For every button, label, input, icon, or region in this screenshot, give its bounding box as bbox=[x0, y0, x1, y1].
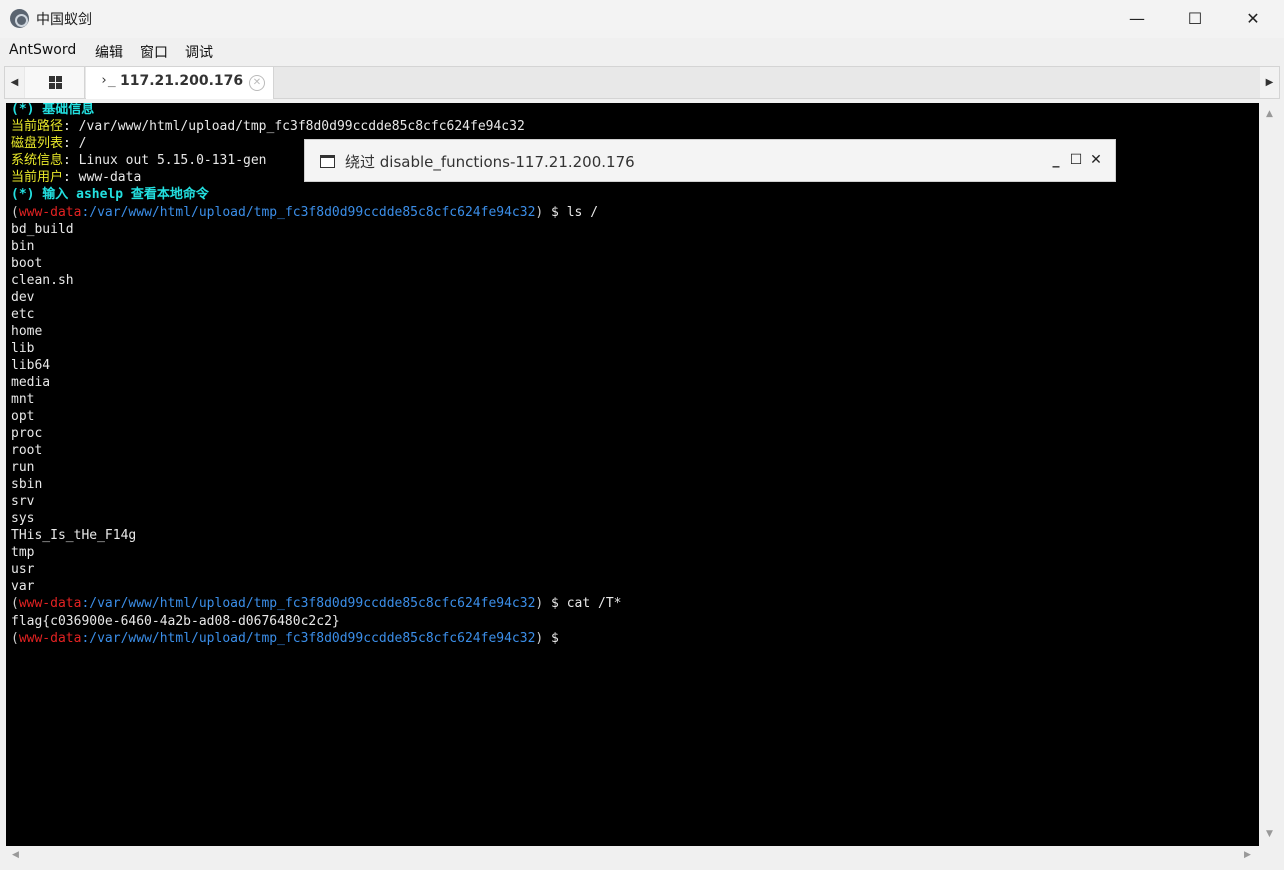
info-line: 磁盘列表: / bbox=[11, 136, 87, 151]
help-hint: (*) 输入 ashelp 查看本地命令 bbox=[11, 187, 209, 202]
info-line: 系统信息: Linux out 5.15.0-131-gen bbox=[11, 153, 267, 168]
info-line: 当前路径: /var/www/html/upload/tmp_fc3f8d0d9… bbox=[11, 119, 525, 134]
ls-entry: home bbox=[11, 324, 43, 339]
ls-entry: lib bbox=[11, 341, 35, 356]
menu-edit[interactable]: 编辑 bbox=[95, 42, 123, 62]
tab-scroll-left-icon[interactable]: ◀ bbox=[5, 67, 24, 98]
vertical-scrollbar[interactable]: ▲ ▼ bbox=[1262, 103, 1280, 846]
prompt-line: (www-data:/var/www/html/upload/tmp_fc3f8… bbox=[11, 631, 559, 646]
horizontal-scrollbar[interactable]: ◀ ▶ bbox=[4, 847, 1260, 865]
flag-output: flag{c036900e-6460-4a2b-ad08-d0676480c2c… bbox=[11, 614, 340, 629]
ls-entry: bd_build bbox=[11, 222, 74, 237]
bypass-disable-functions-dialog[interactable]: 绕过 disable_functions-117.21.200.176 _ ☐ … bbox=[304, 139, 1116, 182]
ls-entry: usr bbox=[11, 562, 35, 577]
menu-antsword[interactable]: AntSword bbox=[9, 42, 76, 58]
scroll-right-icon[interactable]: ▶ bbox=[1244, 850, 1251, 860]
scroll-up-icon[interactable]: ▲ bbox=[1266, 109, 1273, 119]
ls-entry: lib64 bbox=[11, 358, 51, 373]
scroll-down-icon[interactable]: ▼ bbox=[1266, 829, 1273, 839]
tab-home-grid[interactable] bbox=[25, 67, 85, 98]
dialog-title: 绕过 disable_functions-117.21.200.176 bbox=[345, 153, 635, 171]
tab-terminal-117-21-200-176[interactable]: ›_ 117.21.200.176 ✕ bbox=[86, 67, 274, 99]
window-title: 中国蚁剑 bbox=[36, 12, 92, 28]
maximize-button[interactable]: ☐ bbox=[1166, 0, 1224, 38]
antsword-logo-icon bbox=[10, 9, 29, 28]
ls-entry: opt bbox=[11, 409, 35, 424]
terminal-prompt-icon: ›_ bbox=[100, 73, 116, 88]
tab-close-icon[interactable]: ✕ bbox=[249, 75, 265, 91]
menu-bar: AntSword 编辑 窗口 调试 bbox=[0, 38, 1284, 65]
ls-entry: dev bbox=[11, 290, 35, 305]
info-line: 当前用户: www-data bbox=[11, 170, 142, 185]
ls-entry: tmp bbox=[11, 545, 35, 560]
ls-entry: bin bbox=[11, 239, 35, 254]
ls-entry: run bbox=[11, 460, 35, 475]
info-header: (*) 基础信息 bbox=[11, 103, 95, 117]
close-button[interactable]: ✕ bbox=[1224, 0, 1282, 38]
dialog-maximize-button[interactable]: ☐ bbox=[1067, 150, 1085, 170]
minimize-button[interactable]: — bbox=[1108, 0, 1166, 38]
tab-strip: ◀ ›_ 117.21.200.176 ✕ ▶ bbox=[4, 66, 1280, 99]
tab-label: 117.21.200.176 bbox=[120, 73, 244, 89]
grid-icon bbox=[49, 76, 55, 82]
tab-scroll-right-icon[interactable]: ▶ bbox=[1260, 67, 1279, 98]
prompt-line: (www-data:/var/www/html/upload/tmp_fc3f8… bbox=[11, 596, 622, 611]
dialog-close-button[interactable]: ✕ bbox=[1087, 150, 1105, 170]
ls-entry: var bbox=[11, 579, 35, 594]
ls-entry: sbin bbox=[11, 477, 43, 492]
ls-entry: boot bbox=[11, 256, 43, 271]
terminal-output[interactable]: (*) 基础信息 当前路径: /var/www/html/upload/tmp_… bbox=[6, 103, 1259, 846]
ls-entry: clean.sh bbox=[11, 273, 74, 288]
dialog-minimize-button[interactable]: _ bbox=[1047, 150, 1065, 170]
ls-entry: etc bbox=[11, 307, 35, 322]
ls-entry: THis_Is_tHe_F14g bbox=[11, 528, 137, 543]
ls-entry: srv bbox=[11, 494, 35, 509]
menu-debug[interactable]: 调试 bbox=[185, 42, 213, 62]
title-bar: 中国蚁剑 — ☐ ✕ bbox=[0, 0, 1284, 38]
ls-entry: root bbox=[11, 443, 43, 458]
ls-entry: proc bbox=[11, 426, 43, 441]
window-icon bbox=[320, 155, 335, 168]
ls-entry: mnt bbox=[11, 392, 35, 407]
ls-entry: sys bbox=[11, 511, 35, 526]
ls-entry: media bbox=[11, 375, 51, 390]
scroll-left-icon[interactable]: ◀ bbox=[12, 850, 19, 860]
menu-window[interactable]: 窗口 bbox=[140, 42, 168, 62]
prompt-line: (www-data:/var/www/html/upload/tmp_fc3f8… bbox=[11, 205, 599, 220]
